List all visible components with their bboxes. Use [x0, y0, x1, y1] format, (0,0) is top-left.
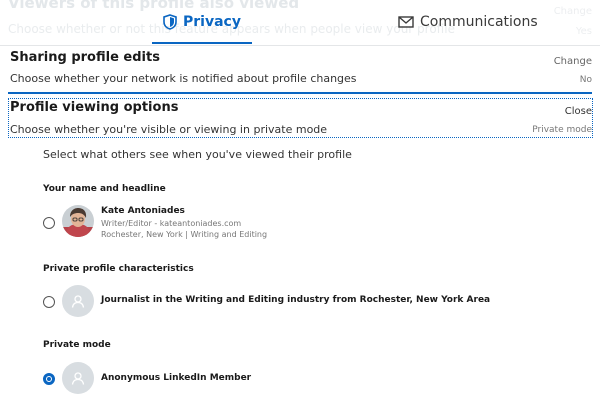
radio-private-mode[interactable] — [43, 373, 55, 385]
select-prompt: Select what others see when you've viewe… — [43, 148, 352, 161]
option-name: Journalist in the Writing and Editing in… — [101, 295, 491, 305]
option-group-label: Private mode — [43, 340, 111, 350]
option-group-label: Private profile characteristics — [43, 264, 194, 274]
option-name: Kate Antoniades — [101, 206, 185, 216]
tab-communications-label: Communications — [420, 14, 538, 30]
tab-privacy[interactable]: Privacy — [152, 0, 252, 44]
tabs-divider — [0, 45, 600, 46]
section-separator — [8, 92, 592, 94]
viewing-current-value: Private mode — [532, 125, 592, 135]
option-group-label: Your name and headline — [43, 184, 166, 194]
viewing-section-title: Profile viewing options — [10, 100, 179, 115]
sharing-current-value: No — [579, 75, 592, 85]
envelope-icon — [398, 16, 414, 28]
sharing-section-title: Sharing profile edits — [10, 50, 160, 65]
person-placeholder-icon — [62, 285, 94, 317]
radio-private-characteristics[interactable] — [43, 296, 55, 308]
radio-name-headline[interactable] — [43, 217, 55, 229]
viewing-close-link[interactable]: Close — [565, 106, 592, 117]
shield-icon — [163, 14, 177, 30]
tab-privacy-label: Privacy — [183, 14, 241, 30]
option-headline: Writer/Editor - kateantoniades.com — [101, 219, 242, 228]
avatar — [62, 205, 94, 237]
sharing-change-link[interactable]: Change — [554, 56, 592, 67]
viewing-section-description: Choose whether you're visible or viewing… — [10, 123, 328, 136]
settings-tabs: Privacy Communications — [0, 0, 600, 44]
person-placeholder-icon — [62, 362, 94, 394]
tab-communications[interactable]: Communications — [398, 0, 538, 44]
option-location: Rochester, New York | Writing and Editin… — [101, 230, 268, 239]
option-name: Anonymous LinkedIn Member — [101, 373, 252, 383]
sharing-section-description: Choose whether your network is notified … — [10, 72, 357, 85]
